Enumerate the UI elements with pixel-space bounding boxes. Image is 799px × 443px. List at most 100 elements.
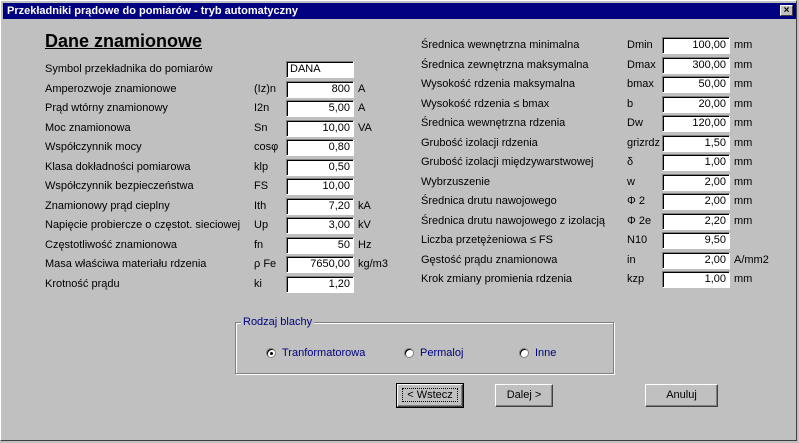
- field-label: Grubość izolacji międzywarstwowej: [421, 156, 594, 168]
- radio-transformer-sheet[interactable]: Tranformatorowa: [266, 347, 365, 359]
- field-unit: mm: [734, 273, 753, 285]
- field-label: Średnica drutu nawojowego: [421, 195, 557, 207]
- radio-permalloy[interactable]: Permaloj: [404, 347, 463, 359]
- field-unit: mm: [734, 97, 753, 110]
- value-input[interactable]: 7650,00: [286, 256, 354, 273]
- value-input[interactable]: 20,00: [662, 95, 730, 113]
- field-symbol: w: [627, 175, 635, 188]
- field-label: Krok zmiany promienia rdzenia: [421, 273, 573, 285]
- field-unit: mm: [734, 195, 753, 207]
- value-input[interactable]: 1,00: [662, 271, 730, 288]
- value-input[interactable]: DANA: [286, 61, 354, 78]
- field-symbol: in: [627, 253, 636, 266]
- field-label: Wysokość rdzenia maksymalna: [421, 78, 575, 90]
- field-unit: mm: [734, 117, 753, 129]
- field-label: Średnica wewnętrzna minimalna: [421, 39, 580, 51]
- field-unit: A: [358, 102, 366, 114]
- value-input[interactable]: 50,00: [662, 76, 730, 93]
- field-label: Częstotliwość znamionowa: [45, 238, 178, 251]
- field-label: Współczynnik bezpieczeństwa: [45, 180, 194, 192]
- field-label: Gęstość prądu znamionowa: [421, 253, 558, 266]
- field-symbol: I2n: [254, 102, 270, 114]
- field-symbol: grizrdz: [627, 136, 661, 149]
- field-label: Średnica wewnętrzna rdzenia: [421, 117, 566, 129]
- value-input[interactable]: 1,00: [662, 154, 730, 171]
- value-input[interactable]: 50: [286, 236, 354, 254]
- field-label: Współczynnik mocy: [45, 141, 142, 153]
- radio-unselected-icon: [404, 348, 414, 358]
- field-unit: mm: [734, 175, 753, 188]
- field-unit: A: [358, 82, 366, 95]
- field-label: Średnica drutu nawojowego z izolacją: [421, 214, 606, 227]
- field-unit: mm: [734, 156, 753, 168]
- value-input[interactable]: 2,00: [662, 251, 730, 269]
- field-symbol: Sn: [254, 121, 268, 134]
- field-symbol: klp: [254, 160, 269, 173]
- radio-label-permalloy: Permaloj: [420, 347, 464, 359]
- radio-unselected-icon: [519, 348, 529, 358]
- next-button[interactable]: Dalej >: [495, 384, 553, 407]
- radio-other[interactable]: Inne: [519, 347, 556, 359]
- value-input[interactable]: 10,00: [286, 178, 354, 195]
- field-symbol: b: [627, 97, 634, 110]
- cancel-button[interactable]: Anuluj: [645, 384, 718, 407]
- value-input[interactable]: 2,00: [662, 193, 730, 210]
- field-unit: kg/m3: [358, 258, 388, 270]
- back-button-label: < Wstecz: [402, 388, 458, 402]
- field-label: Napięcie probiercze o częstot. sieciowej: [45, 219, 241, 231]
- field-unit: Hz: [358, 238, 372, 251]
- value-input[interactable]: 5,00: [286, 100, 354, 117]
- field-label: Moc znamionowa: [45, 121, 131, 134]
- field-label: Liczba przetężeniowa ≤ FS: [421, 234, 553, 246]
- field-unit: VA: [358, 121, 372, 134]
- value-input[interactable]: 9,50: [662, 232, 730, 249]
- field-unit: mm: [734, 214, 753, 227]
- radio-label-transformer: Tranformatorowa: [282, 347, 366, 359]
- value-input[interactable]: 10,00: [286, 119, 354, 137]
- field-symbol: Dmax: [627, 58, 656, 71]
- field-symbol: FS: [254, 180, 269, 192]
- field-label: Wysokość rdzenia ≤ bmax: [421, 97, 550, 110]
- value-input[interactable]: 0,80: [286, 139, 354, 156]
- value-input[interactable]: 3,00: [286, 217, 354, 234]
- value-input[interactable]: 1,20: [286, 275, 354, 293]
- field-symbol: Φ 2e: [627, 214, 652, 227]
- value-input[interactable]: 0,50: [286, 158, 354, 176]
- close-icon[interactable]: ×: [780, 5, 793, 16]
- field-symbol: δ: [627, 156, 634, 168]
- field-unit: mm: [734, 39, 753, 51]
- field-symbol: (Iz)n: [254, 82, 276, 95]
- value-input[interactable]: 300,00: [662, 56, 730, 74]
- back-button[interactable]: < Wstecz: [396, 383, 464, 408]
- field-label: Krotność prądu: [45, 277, 120, 290]
- window-title: Przekładniki prądowe do pomiarów - tryb …: [7, 5, 298, 17]
- field-label: Amperozwoje znamionowe: [45, 82, 177, 95]
- field-unit: A/mm2: [734, 253, 769, 266]
- field-unit: mm: [734, 136, 753, 149]
- title-bar: Przekładniki prądowe do pomiarów - tryb …: [3, 3, 796, 19]
- value-input[interactable]: 120,00: [662, 115, 730, 132]
- value-input[interactable]: 7,20: [286, 197, 354, 215]
- value-input[interactable]: 800: [286, 80, 354, 98]
- field-label: Klasa dokładności pomiarowa: [45, 160, 191, 173]
- field-symbol: cosφ: [254, 141, 279, 153]
- field-symbol: bmax: [627, 78, 654, 90]
- field-symbol: fn: [254, 238, 264, 251]
- field-label: Prąd wtórny znamionowy: [45, 102, 168, 114]
- field-unit: mm: [734, 58, 753, 71]
- value-input[interactable]: 1,50: [662, 134, 730, 152]
- field-symbol: Dmin: [627, 39, 653, 51]
- value-input[interactable]: 2,20: [662, 212, 730, 230]
- field-unit: kV: [358, 219, 371, 231]
- value-input[interactable]: 100,00: [662, 37, 730, 54]
- field-symbol: Φ 2: [627, 195, 645, 207]
- field-symbol: ki: [254, 277, 262, 290]
- field-label: Symbol przekładnika do pomiarów: [45, 63, 213, 75]
- field-label: Wybrzuszenie: [421, 175, 490, 188]
- value-input[interactable]: 2,00: [662, 173, 730, 191]
- field-symbol: kzp: [627, 273, 645, 285]
- field-symbol: Up: [254, 219, 269, 231]
- radio-label-other: Inne: [535, 347, 557, 359]
- field-label: Średnica zewnętrzna maksymalna: [421, 58, 589, 71]
- field-unit: mm: [734, 78, 753, 90]
